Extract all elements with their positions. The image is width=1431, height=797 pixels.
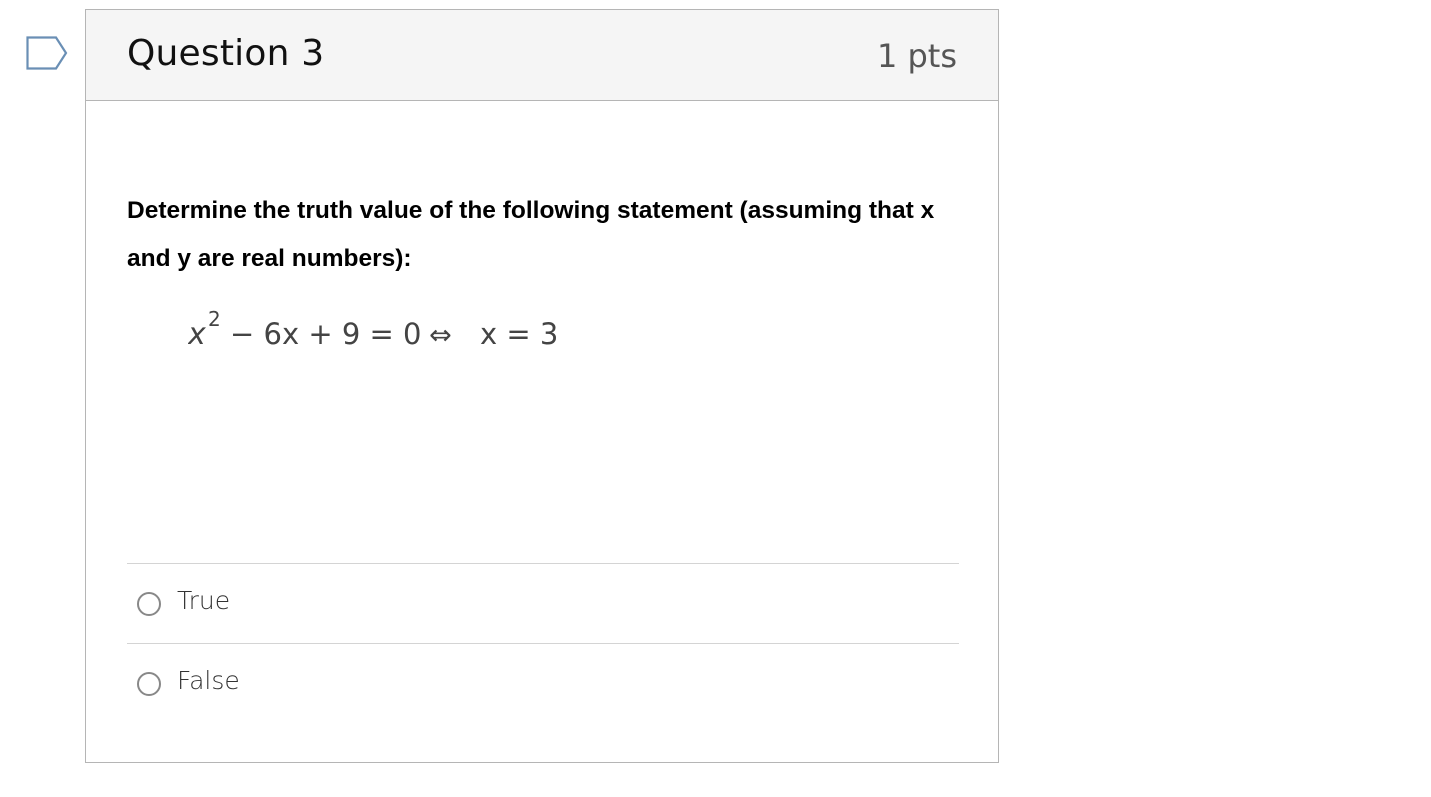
question-card: Question 3 1 pts Determine the truth val… [85,9,999,763]
answer-label-false[interactable]: False [177,665,240,697]
equation-lhs-exponent: 2 [208,307,221,331]
equation-lhs-base: x [188,317,206,352]
equation-rhs: x = 3 [480,317,558,351]
radio-button-false[interactable] [137,672,161,696]
question-title: Question 3 [127,33,325,74]
answer-option-true[interactable]: True [127,563,959,643]
flag-question-icon[interactable] [26,36,68,70]
equation-image: x 2 − 6x + 9 = 0 ⇔ x = 3 [187,304,608,354]
question-points: 1 pts [876,37,957,75]
question-prompt: Determine the truth value of the followi… [127,197,935,272]
equation-connective: ⇔ [429,320,452,351]
answer-list: True False [127,563,959,723]
answer-label-true[interactable]: True [177,585,230,617]
question-header: Question 3 1 pts [86,10,998,101]
answer-option-false[interactable]: False [127,643,959,723]
radio-button-true[interactable] [137,592,161,616]
equation-lhs-rest: − 6x + 9 = 0 [230,317,422,351]
